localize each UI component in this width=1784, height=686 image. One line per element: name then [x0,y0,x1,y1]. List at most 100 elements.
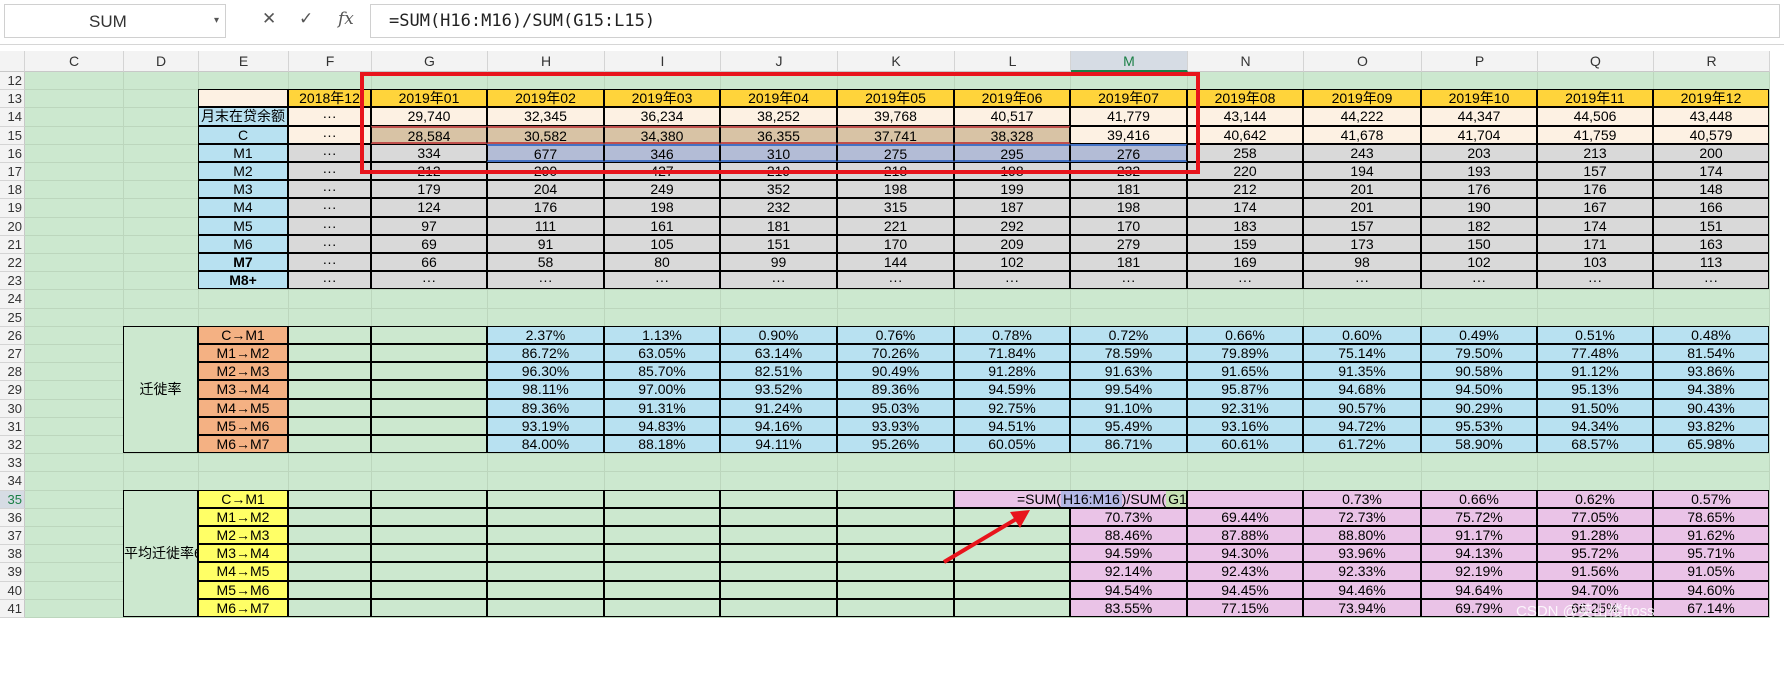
empty-cell[interactable] [371,580,487,599]
avg-rate-cell[interactable]: 83.55% [1070,598,1187,617]
avg-rate-cell[interactable]: 94.64% [1421,580,1537,599]
avg-rate-cell[interactable] [1187,489,1303,508]
row-header-24[interactable]: 24 [0,290,25,309]
grid-cell[interactable] [488,72,605,91]
data-cell[interactable]: 124 [371,198,487,217]
row-label[interactable]: M2 [198,162,288,181]
row-label[interactable]: C [198,125,288,144]
data-cell[interactable]: 30,582 [487,125,604,144]
data-cell[interactable]: 144 [837,253,954,272]
grid-cell[interactable] [605,472,721,491]
data-cell[interactable]: 677 [487,143,604,162]
empty-cell[interactable] [954,507,1070,526]
rate-cell[interactable]: 89.36% [487,398,604,417]
rate-cell[interactable]: 0.72% [1070,325,1187,344]
data-cell[interactable]: 166 [1653,198,1769,217]
data-cell[interactable]: 170 [837,234,954,253]
empty-cell[interactable] [288,398,371,417]
grid-cell[interactable] [1188,454,1304,473]
avg-rate-cell[interactable]: 72.73% [1303,507,1421,526]
grid-cell[interactable] [25,399,124,418]
empty-cell[interactable] [288,489,371,508]
grid-cell[interactable] [124,144,199,163]
migration-label[interactable]: C→M1 [198,325,288,344]
grid-cell[interactable] [124,72,199,91]
select-all-corner[interactable] [0,51,25,72]
grid-cell[interactable] [124,308,199,327]
grid-cell[interactable] [124,454,199,473]
rate-cell[interactable]: 61.72% [1303,435,1421,454]
grid-cell[interactable] [199,472,289,491]
rate-cell[interactable]: 91.12% [1537,362,1653,381]
empty-cell[interactable] [487,544,604,563]
empty-cell[interactable] [720,580,837,599]
column-header-r[interactable]: R [1654,51,1770,72]
empty-cell[interactable] [371,325,487,344]
grid-cell[interactable] [1538,72,1654,91]
rate-cell[interactable]: 91.35% [1303,362,1421,381]
grid-cell[interactable] [721,308,838,327]
grid-cell[interactable] [25,472,124,491]
rate-cell[interactable]: 71.84% [954,344,1070,363]
rate-cell[interactable]: 68.57% [1537,435,1653,454]
rate-cell[interactable]: 91.65% [1187,362,1303,381]
grid-cell[interactable] [1304,454,1422,473]
grid-cell[interactable] [25,490,124,509]
data-cell[interactable]: 173 [1303,234,1421,253]
rate-cell[interactable]: 99.54% [1070,380,1187,399]
data-cell[interactable]: 151 [1653,216,1769,235]
empty-cell[interactable] [954,598,1070,617]
empty-cell[interactable] [371,598,487,617]
rate-cell[interactable]: 63.14% [720,344,837,363]
grid-cell[interactable] [1304,72,1422,91]
empty-cell[interactable] [288,380,371,399]
month-header[interactable]: 2019年03 [604,89,720,108]
grid-cell[interactable] [955,308,1071,327]
avg-rate-cell[interactable]: 77.15% [1187,598,1303,617]
avg-rate-cell[interactable]: 95.71% [1653,544,1769,563]
avg-label[interactable]: M6→M7 [198,598,288,617]
data-cell[interactable]: 181 [1070,180,1187,199]
data-cell[interactable]: ··· [604,271,720,290]
month-header[interactable]: 2019年06 [954,89,1070,108]
data-cell[interactable]: 176 [1537,180,1653,199]
data-cell[interactable]: 181 [720,216,837,235]
rate-cell[interactable]: 93.82% [1653,416,1769,435]
grid-cell[interactable] [124,217,199,236]
avg-rate-cell[interactable]: 92.14% [1070,562,1187,581]
data-cell[interactable]: 40,642 [1187,125,1303,144]
data-cell[interactable]: 66 [371,253,487,272]
avg-rate-cell[interactable]: 93.96% [1303,544,1421,563]
migration-label[interactable]: M6→M7 [198,435,288,454]
rate-cell[interactable]: 95.26% [837,435,954,454]
avg-rate-cell[interactable]: 94.45% [1187,580,1303,599]
empty-cell[interactable] [720,562,837,581]
grid-cell[interactable] [25,363,124,382]
rate-cell[interactable]: 0.78% [954,325,1070,344]
data-cell[interactable]: 39,768 [837,107,954,126]
empty-cell[interactable] [720,598,837,617]
data-cell[interactable]: 174 [1187,198,1303,217]
data-cell[interactable]: 295 [954,143,1070,162]
grid-cell[interactable] [199,290,289,309]
rate-cell[interactable]: 93.16% [1187,416,1303,435]
avg-rate-cell[interactable]: 0.66% [1421,489,1537,508]
month-header[interactable]: 2018年12 [288,89,371,108]
data-cell[interactable]: 232 [1070,162,1187,181]
avg-rate-cell[interactable]: 91.17% [1421,526,1537,545]
data-cell[interactable]: 80 [604,253,720,272]
data-cell[interactable]: 167 [1537,198,1653,217]
formula-input[interactable]: =SUM(H16:M16)/SUM(G15:L15) [370,4,1780,38]
grid-cell[interactable] [124,126,199,145]
data-cell[interactable]: ··· [288,253,371,272]
rate-cell[interactable]: 82.51% [720,362,837,381]
grid-cell[interactable] [488,290,605,309]
data-cell[interactable]: 198 [604,198,720,217]
data-cell[interactable]: 44,506 [1537,107,1653,126]
row-header-23[interactable]: 23 [0,272,25,291]
data-cell[interactable]: 99 [720,253,837,272]
avg-rate-cell[interactable]: 94.60% [1653,580,1769,599]
empty-cell[interactable] [487,562,604,581]
data-cell[interactable]: 170 [1070,216,1187,235]
data-cell[interactable]: 201 [1303,180,1421,199]
